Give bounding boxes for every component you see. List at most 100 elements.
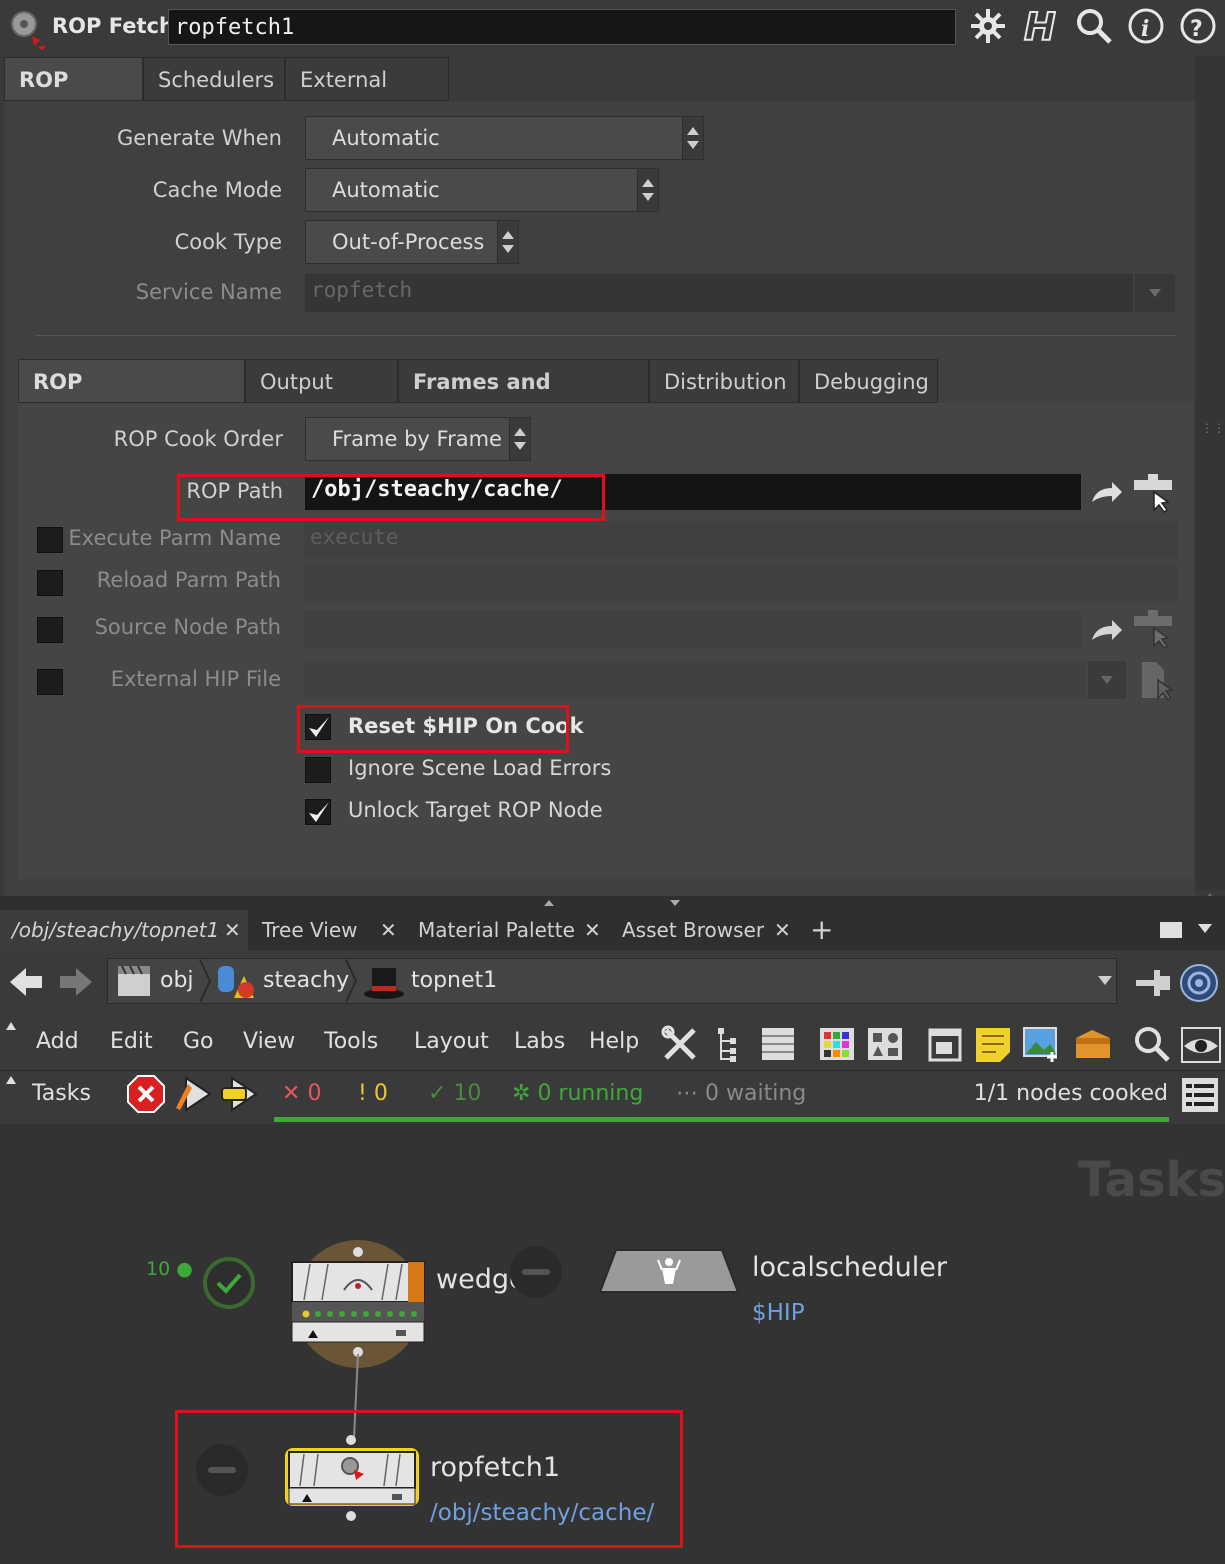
maximize-pane-icon[interactable]	[1160, 922, 1182, 938]
menu-add[interactable]: Add	[36, 1029, 79, 1054]
waiting-status: ⋯ 0 waiting	[676, 1081, 807, 1106]
shape-palette-icon[interactable]	[866, 1024, 904, 1064]
pin-icon[interactable]	[1134, 966, 1174, 1000]
tree-layout-icon[interactable]	[716, 1024, 746, 1064]
execute-parm-field: execute	[304, 521, 1177, 559]
cache-mode-menu[interactable]: Automatic	[305, 168, 659, 212]
tab-external-files[interactable]: External Files	[285, 57, 449, 136]
tab-output-files[interactable]: Output Files	[245, 359, 398, 438]
menu-view[interactable]: View	[243, 1029, 295, 1054]
houdini-help-icon[interactable]: H	[1020, 6, 1060, 46]
rop-fetch-node-icon	[11, 11, 46, 50]
generate-when-menu[interactable]: Automatic	[305, 116, 704, 160]
external-hip-label: External HIP File	[110, 667, 281, 691]
tab-schedulers[interactable]: Schedulers	[143, 57, 285, 101]
breadcrumb-topnet1[interactable]: topnet1	[411, 968, 497, 993]
eye-visibility-icon[interactable]	[1180, 1024, 1222, 1064]
svg-text:i: i	[1141, 16, 1149, 42]
tab-distribution[interactable]: Distribution	[649, 359, 799, 403]
add-tab-icon[interactable]: +	[810, 912, 833, 948]
wrench-tools-icon[interactable]	[660, 1024, 702, 1064]
asset-box-icon[interactable]	[1072, 1024, 1114, 1064]
tab-rop-fetch[interactable]: ROP Fetch	[4, 57, 143, 136]
geometry-shapes-icon	[218, 966, 254, 998]
pane-tab-network[interactable]: /obj/steachy/topnet1	[12, 912, 219, 948]
localscheduler-label[interactable]: localscheduler	[752, 1252, 947, 1283]
cook-type-menu[interactable]: Out-of-Process	[305, 220, 519, 264]
search-icon[interactable]	[1132, 1024, 1172, 1064]
collapse-up-icon[interactable]	[542, 898, 556, 908]
search-icon[interactable]	[1074, 6, 1114, 46]
collapse-down-icon[interactable]	[668, 898, 682, 908]
menu-go[interactable]: Go	[183, 1029, 214, 1054]
background-image-icon[interactable]	[1022, 1024, 1064, 1064]
ignore-errors-label[interactable]: Ignore Scene Load Errors	[348, 756, 611, 780]
close-icon[interactable]: ✕	[584, 912, 601, 948]
menu-edit[interactable]: Edit	[110, 1029, 153, 1054]
breadcrumb-steachy[interactable]: steachy	[263, 968, 349, 993]
svg-text:?: ?	[1190, 17, 1203, 42]
close-icon[interactable]: ✕	[380, 912, 397, 948]
checkmark-icon	[309, 802, 329, 822]
close-icon[interactable]: ✕	[774, 912, 791, 948]
tab-rop-configuration[interactable]: ROP Configuration	[18, 359, 245, 438]
cook-output-icon[interactable]	[172, 1074, 214, 1114]
rop-path-highlight	[177, 474, 605, 521]
execute-parm-label: Execute Parm Name	[68, 526, 281, 550]
source-node-field	[304, 610, 1081, 648]
close-icon[interactable]: ✕	[224, 912, 241, 948]
breadcrumb-obj[interactable]: obj	[160, 968, 194, 993]
unlock-target-label[interactable]: Unlock Target ROP Node	[348, 798, 603, 822]
task-list-icon[interactable]	[1180, 1074, 1222, 1116]
menu-tools[interactable]: Tools	[324, 1029, 378, 1054]
node-type-label: ROP Fetch	[52, 14, 174, 38]
menu-layout[interactable]: Layout	[414, 1029, 489, 1054]
work-item-dots	[302, 1310, 417, 1318]
cancel-cook-icon[interactable]	[126, 1074, 166, 1114]
jump-arrow-icon[interactable]	[1088, 476, 1124, 510]
gear-icon[interactable]	[968, 6, 1008, 46]
pane-splitter[interactable]	[0, 896, 1225, 910]
tab-debugging[interactable]: Debugging	[799, 359, 938, 403]
back-arrow-icon[interactable]	[6, 964, 46, 1002]
node-name-field[interactable]: ropfetch1	[168, 9, 956, 45]
cache-mode-label: Cache Mode	[152, 178, 282, 202]
forward-arrow-icon[interactable]	[56, 964, 96, 1002]
cooked-success-icon[interactable]	[200, 1256, 258, 1312]
tab-frames-and-batching[interactable]: Frames and Batching	[398, 359, 649, 438]
success-count-value: 10	[453, 1081, 482, 1106]
cook-type-value: Out-of-Process	[332, 230, 485, 254]
localscheduler-working-dir: $HIP	[752, 1300, 805, 1326]
pane-tab-material-palette[interactable]: Material Palette	[418, 912, 575, 948]
link-link-icon[interactable]	[1178, 962, 1220, 1004]
network-box-icon[interactable]	[926, 1024, 964, 1064]
color-palette-icon[interactable]	[818, 1024, 856, 1064]
sticky-note-icon[interactable]	[974, 1024, 1012, 1064]
rop-cook-order-value: Frame by Frame	[332, 427, 502, 451]
svg-text:H: H	[1024, 6, 1056, 46]
pane-tab-asset-browser[interactable]: Asset Browser	[622, 912, 764, 948]
file-chooser-icon	[1142, 662, 1174, 702]
execute-parm-value: execute	[310, 525, 399, 549]
ignore-errors-checkbox[interactable]	[305, 757, 331, 783]
collapse-toolbar-icon[interactable]	[4, 1020, 18, 1032]
menu-help[interactable]: Help	[589, 1029, 639, 1054]
cook-selected-icon[interactable]	[218, 1074, 260, 1114]
node-chooser-icon[interactable]	[1132, 470, 1176, 514]
info-icon[interactable]: i	[1126, 6, 1166, 46]
collapse-tasks-icon[interactable]	[4, 1074, 18, 1086]
not-cooked-icon[interactable]	[508, 1244, 564, 1300]
pane-tab-tree-view[interactable]: Tree View	[262, 912, 358, 948]
localscheduler-node[interactable]	[598, 1248, 740, 1294]
help-icon[interactable]: ?	[1178, 6, 1218, 46]
chevron-down-icon[interactable]	[1196, 922, 1214, 936]
obj-clapper-icon	[118, 965, 150, 996]
menu-labs[interactable]: Labs	[514, 1029, 565, 1054]
unlock-target-checkbox[interactable]	[305, 799, 331, 825]
list-view-icon[interactable]	[760, 1024, 796, 1064]
service-name-label: Service Name	[135, 280, 282, 304]
rop-cook-order-menu[interactable]: Frame by Frame	[305, 417, 531, 461]
chevron-down-icon[interactable]	[1096, 974, 1114, 988]
parameter-scrollbar[interactable]: ⋮⋮	[1195, 56, 1225, 933]
node-chooser-icon	[1134, 610, 1172, 650]
